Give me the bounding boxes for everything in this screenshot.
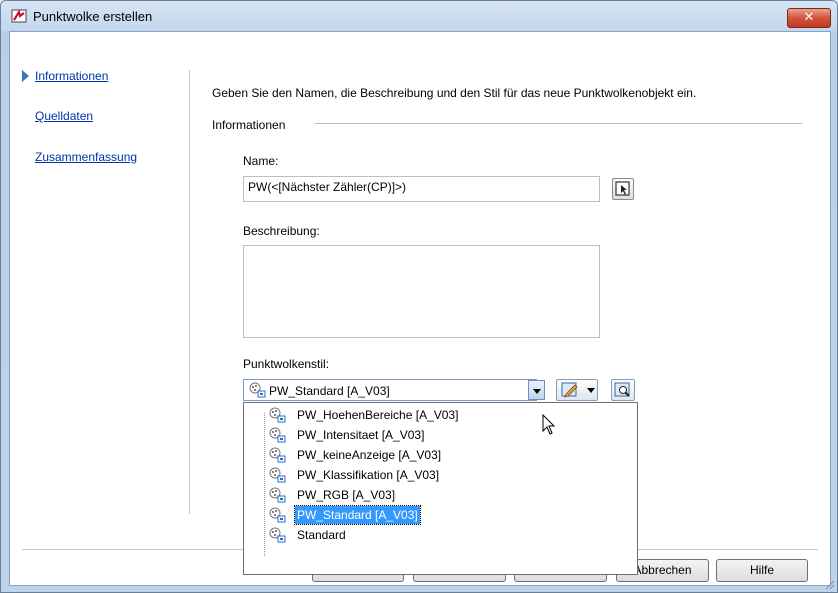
window-title: Punktwolke erstellen [33, 9, 153, 24]
name-field[interactable]: PW(<[Nächster Zähler(CP)]>) [243, 176, 600, 202]
help-button[interactable]: Hilfe [716, 559, 808, 582]
mouse-cursor-icon [542, 414, 556, 435]
group-divider [315, 123, 802, 124]
edit-style-button[interactable] [556, 379, 598, 401]
description-field[interactable] [243, 245, 600, 338]
point-cloud-style-icon [269, 407, 286, 423]
style-combobox[interactable]: PW_Standard [A_V03] [243, 379, 537, 401]
preview-style-button[interactable] [611, 379, 635, 401]
name-label: Name: [243, 154, 279, 168]
close-button[interactable]: ✕ [787, 8, 831, 28]
nav-item-quelldaten[interactable]: Quelldaten [35, 109, 93, 123]
point-cloud-style-icon [249, 382, 266, 398]
description-label: Beschreibung: [243, 224, 320, 238]
chevron-down-icon [587, 388, 595, 393]
edit-style-icon [561, 382, 578, 398]
style-option-label: Standard [297, 528, 346, 542]
resize-grip-icon[interactable] [823, 578, 835, 590]
style-option-label: PW_Intensitaet [A_V03] [297, 428, 425, 442]
point-cloud-style-icon [269, 427, 286, 443]
name-edit-icon [615, 181, 630, 196]
style-label: Punktwolkenstil: [243, 357, 330, 371]
point-cloud-style-icon [269, 487, 286, 503]
preview-style-icon [614, 382, 630, 397]
nav-item-informationen[interactable]: Informationen [35, 69, 108, 83]
dialog-window: Punktwolke erstellen ✕ Informationen Que… [0, 0, 838, 593]
style-option-label: PW_Standard [A_V03] [294, 505, 421, 525]
style-option-label: PW_keineAnzeige [A_V03] [297, 448, 442, 462]
wizard-nav: Informationen Quelldaten Zusammenfassung [10, 32, 185, 512]
group-title: Informationen [212, 118, 286, 132]
app-icon [11, 9, 27, 23]
style-option-label: PW_RGB [A_V03] [297, 488, 396, 502]
style-dropdown-list[interactable]: PW_HoehenBereiche [A_V03] PW_Intensitaet… [243, 402, 638, 575]
style-option-label: PW_Klassifikation [A_V03] [297, 468, 440, 482]
point-cloud-style-icon [269, 467, 286, 483]
point-cloud-style-icon [269, 447, 286, 463]
point-cloud-style-icon [269, 527, 286, 543]
nav-divider [189, 70, 190, 514]
tree-connector-line [264, 413, 265, 556]
title-bar: Punktwolke erstellen ✕ [1, 1, 837, 31]
point-cloud-style-icon [269, 507, 286, 523]
current-step-arrow-icon [22, 70, 29, 82]
style-combobox-value: PW_Standard [A_V03] [269, 384, 390, 398]
dialog-client-area: Informationen Quelldaten Zusammenfassung… [9, 31, 831, 586]
nav-item-zusammenfassung[interactable]: Zusammenfassung [35, 150, 137, 164]
style-combobox-dropdown-button[interactable] [528, 380, 545, 400]
instruction-text: Geben Sie den Namen, die Beschreibung un… [212, 86, 697, 100]
name-template-button[interactable] [612, 178, 634, 200]
style-option-label: PW_HoehenBereiche [A_V03] [297, 408, 459, 422]
